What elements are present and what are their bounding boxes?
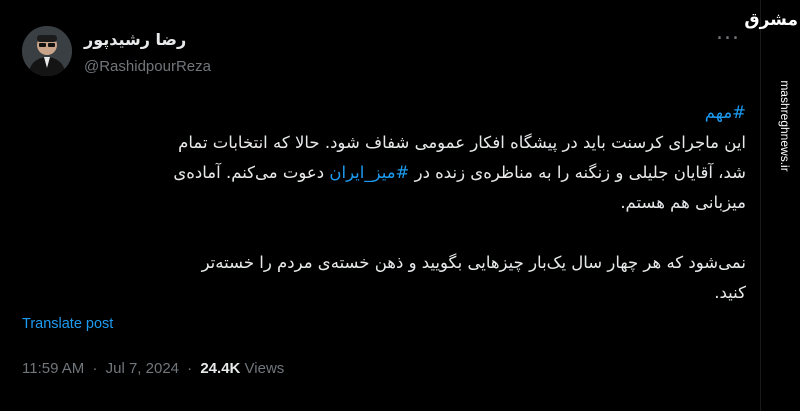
more-options-button[interactable]: ... [712,22,744,46]
tweet-line: کنید. [714,283,746,302]
tweet-line-segment: دعوت می‌کنم. آماده‌ی [173,163,330,182]
avatar-image [22,26,72,76]
tweet-card: رضا رشیدپور @RashidpourReza ... #مهم این… [0,0,800,411]
separator-dot: · [92,360,98,377]
author-handle[interactable]: @RashidpourReza [84,58,211,75]
author-name[interactable]: رضا رشیدپور [84,30,186,49]
avatar[interactable] [22,26,72,76]
tweet-line-segment: شد، آقایان جلیلی و زنگنه را به مناظره‌ی … [409,163,746,182]
tweet-line: این ماجرای کرسنت باید در پیشگاه افکار عم… [178,133,746,152]
hashtag-link[interactable]: #مهم [26,98,746,128]
tweet-line: نمی‌شود که هر چهار سال یک‌بار چیزهایی بگ… [201,253,746,272]
tweet-text: #مهم این ماجرای کرسنت باید در پیشگاه افک… [26,98,746,308]
post-time[interactable]: 11:59 AM [22,360,84,377]
hashtag-link[interactable]: #میز_ایران [329,163,409,182]
post-meta: 11:59 AM · Jul 7, 2024 · 24.4K Views [22,360,284,377]
separator-dot: · [187,360,193,377]
tweet-line: شد، آقایان جلیلی و زنگنه را به مناظره‌ی … [26,158,746,188]
more-options-icon: ... [716,20,740,45]
post-date[interactable]: Jul 7, 2024 [106,360,179,377]
translate-post-link[interactable]: Translate post [22,316,113,332]
watermark-url: mashreghnews.ir [778,80,792,172]
watermark-logo: مشرق [744,10,798,30]
views-label: Views [244,360,285,377]
views-count: 24.4K [200,360,241,377]
watermark: مشرق mashreghnews.ir [744,6,800,206]
tweet-line: میزبانی هم هستم. [620,193,746,212]
watermark-divider [760,0,761,411]
